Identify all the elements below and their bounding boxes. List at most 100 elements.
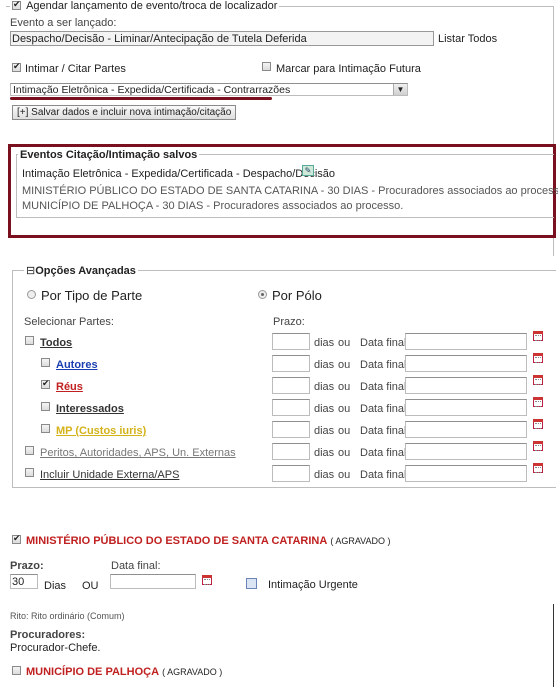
right-divider bbox=[553, 604, 554, 687]
eventos-salvos-legend: Eventos Citação/Intimação salvos bbox=[18, 149, 200, 161]
parte-checkbox-reus[interactable] bbox=[41, 378, 50, 389]
calendar-icon[interactable] bbox=[533, 397, 543, 407]
annotation-underline bbox=[10, 97, 272, 100]
marcar-futura-checkbox[interactable] bbox=[262, 62, 271, 71]
parte-data-final-input[interactable] bbox=[405, 465, 527, 482]
evento-label: Evento a ser lançado: bbox=[10, 17, 117, 29]
agendar-label: Agendar lançamento de evento/troca de lo… bbox=[26, 0, 278, 12]
parte-label-autores[interactable]: Autores bbox=[56, 359, 98, 371]
eventos-line-municipio: MUNICÍPIO DE PALHOÇA - 30 DIAS - Procura… bbox=[22, 200, 404, 212]
parte-data-final-label: Data final: bbox=[360, 469, 410, 481]
parte-data-final-input[interactable] bbox=[405, 333, 527, 350]
parte-ou-label: ou bbox=[338, 447, 351, 459]
ministerio-prazo-label: Prazo: bbox=[10, 560, 44, 572]
calendar-icon[interactable] bbox=[202, 575, 212, 585]
parte-data-final-label: Data final: bbox=[360, 403, 410, 415]
calendar-icon[interactable] bbox=[533, 463, 543, 473]
parte-checkbox-interessados[interactable] bbox=[41, 402, 50, 411]
parte-prazo-input[interactable] bbox=[272, 377, 310, 394]
municipio-party: MUNICÍPIO DE PALHOÇA ( AGRAVADO ) bbox=[26, 666, 222, 678]
listar-todos-link[interactable]: Listar Todos bbox=[438, 33, 497, 45]
parte-label-peritos-autoridades[interactable]: Peritos, Autoridades, APS, Un. Externas bbox=[40, 447, 236, 459]
municipio-checkbox[interactable] bbox=[12, 666, 21, 675]
parte-dias-label: dias bbox=[314, 381, 335, 393]
evento-field[interactable]: Despacho/Decisão - Liminar/Antecipação d… bbox=[10, 31, 434, 46]
parte-ou-label: ou bbox=[338, 425, 351, 437]
calendar-icon[interactable] bbox=[533, 419, 543, 429]
procuradores-label: Procuradores: bbox=[10, 629, 86, 641]
parte-ou-label: ou bbox=[338, 403, 351, 415]
parte-dias-label: dias bbox=[314, 403, 335, 415]
parte-data-final-input[interactable] bbox=[405, 443, 527, 460]
parte-dias-label: dias bbox=[314, 469, 335, 481]
salvar-incluir-button[interactable]: [+] Salvar dados e incluir nova intimaçã… bbox=[12, 105, 237, 120]
procurador-name: Procurador-Chefe. bbox=[10, 642, 101, 654]
agendar-checkbox[interactable] bbox=[12, 0, 21, 10]
parte-data-final-label: Data final: bbox=[360, 337, 410, 349]
parte-dias-label: dias bbox=[314, 337, 335, 349]
opcoes-legend: ⊟Opções Avançadas bbox=[24, 264, 138, 277]
parte-ou-label: ou bbox=[338, 337, 351, 349]
parte-prazo-input[interactable] bbox=[272, 333, 310, 350]
radio-por-polo-label: Por Pólo bbox=[272, 288, 322, 303]
parte-label-mp-custos-iuris[interactable]: MP (Custos iuris) bbox=[56, 425, 146, 437]
tipo-intimacao-select[interactable]: Intimação Eletrônica - Expedida/Certific… bbox=[10, 83, 408, 96]
parte-ou-label: ou bbox=[338, 381, 351, 393]
intimacao-urgente-label: Intimação Urgente bbox=[268, 579, 358, 591]
parte-data-final-label: Data final: bbox=[360, 381, 410, 393]
parte-prazo-input[interactable] bbox=[272, 465, 310, 482]
intimar-checkbox[interactable] bbox=[12, 61, 21, 72]
parte-checkbox-peritos-autoridades[interactable] bbox=[25, 446, 34, 455]
parte-dias-label: dias bbox=[314, 425, 335, 437]
parte-data-final-input[interactable] bbox=[405, 421, 527, 438]
edit-icon[interactable]: ✎ bbox=[302, 165, 314, 176]
ministerio-name: MINISTÉRIO PÚBLICO DO ESTADO DE SANTA CA… bbox=[26, 535, 328, 547]
radio-por-tipo[interactable] bbox=[27, 290, 36, 299]
ministerio-data-final-input[interactable] bbox=[110, 574, 196, 589]
agendar-legend: Agendar lançamento de evento/troca de lo… bbox=[10, 0, 280, 12]
calendar-icon[interactable] bbox=[533, 353, 543, 363]
parte-data-final-input[interactable] bbox=[405, 355, 527, 372]
prazo-label: Prazo: bbox=[273, 316, 305, 328]
marcar-futura-label: Marcar para Intimação Futura bbox=[276, 63, 421, 75]
calendar-icon[interactable] bbox=[533, 375, 543, 385]
ministerio-data-final-label: Data final: bbox=[111, 560, 161, 572]
parte-checkbox-todos[interactable] bbox=[25, 336, 34, 345]
parte-checkbox-autores[interactable] bbox=[41, 358, 50, 367]
radio-por-polo[interactable] bbox=[258, 290, 267, 299]
parte-checkbox-mp-custos-iuris[interactable] bbox=[41, 424, 50, 433]
intimacao-urgente-checkbox[interactable] bbox=[246, 578, 257, 589]
parte-checkbox-incluir-unidade-externa[interactable] bbox=[25, 468, 34, 477]
ministerio-role: ( AGRAVADO ) bbox=[330, 536, 391, 546]
collapse-icon[interactable]: ⊟ bbox=[26, 265, 35, 277]
radio-por-tipo-label: Por Tipo de Parte bbox=[41, 288, 143, 303]
parte-label-todos[interactable]: Todos bbox=[40, 337, 72, 349]
parte-label-reus[interactable]: Réus bbox=[56, 381, 83, 393]
ministerio-dias: Dias bbox=[44, 580, 67, 592]
calendar-icon[interactable] bbox=[533, 331, 543, 341]
ministerio-checkbox[interactable] bbox=[12, 533, 21, 544]
dropdown-arrow-icon[interactable]: ▼ bbox=[393, 84, 407, 95]
parte-data-final-label: Data final: bbox=[360, 425, 410, 437]
parte-data-final-input[interactable] bbox=[405, 377, 527, 394]
ministerio-party: MINISTÉRIO PÚBLICO DO ESTADO DE SANTA CA… bbox=[26, 535, 391, 547]
parte-prazo-input[interactable] bbox=[272, 355, 310, 372]
parte-ou-label: ou bbox=[338, 359, 351, 371]
parte-data-final-label: Data final: bbox=[360, 359, 410, 371]
parte-prazo-input[interactable] bbox=[272, 443, 310, 460]
municipio-role: ( AGRAVADO ) bbox=[162, 667, 223, 677]
parte-prazo-input[interactable] bbox=[272, 399, 310, 416]
ministerio-prazo-input[interactable]: 30 bbox=[10, 574, 38, 589]
parte-data-final-input[interactable] bbox=[405, 399, 527, 416]
selecionar-partes-label: Selecionar Partes: bbox=[24, 316, 114, 328]
evento-value: Despacho/Decisão - Liminar/Antecipação d… bbox=[12, 33, 307, 45]
parte-data-final-label: Data final: bbox=[360, 447, 410, 459]
calendar-icon[interactable] bbox=[533, 441, 543, 451]
intimar-label: Intimar / Citar Partes bbox=[25, 63, 126, 75]
parte-label-interessados[interactable]: Interessados bbox=[56, 403, 124, 415]
parte-label-incluir-unidade-externa[interactable]: Incluir Unidade Externa/APS bbox=[40, 469, 179, 481]
parte-prazo-input[interactable] bbox=[272, 421, 310, 438]
rito-text: Rito: Rito ordinário (Comum) bbox=[10, 611, 125, 621]
municipio-name: MUNICÍPIO DE PALHOÇA bbox=[26, 666, 160, 678]
parte-dias-label: dias bbox=[314, 359, 335, 371]
